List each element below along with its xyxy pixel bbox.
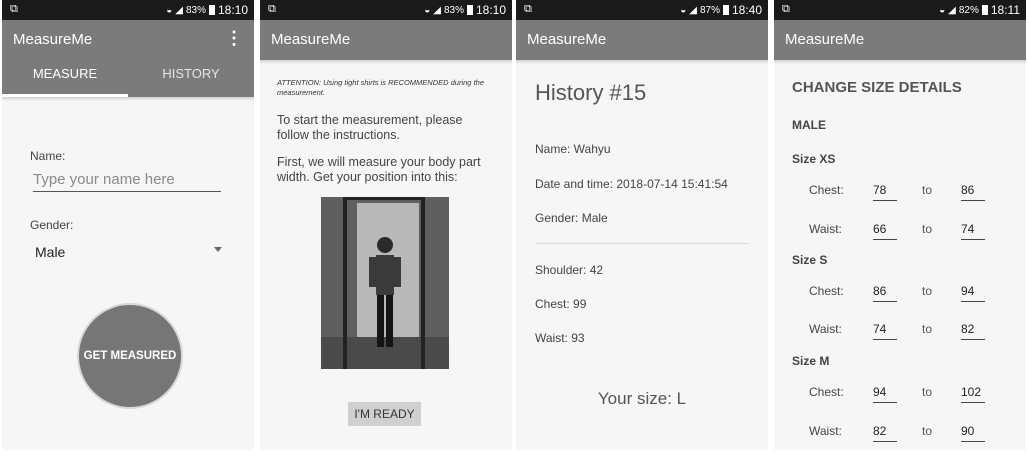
chest-min-input[interactable]: 86 xyxy=(873,284,897,302)
im-ready-button[interactable]: I'M READY xyxy=(348,402,421,426)
instruction-text-2: First, we will measure your body part wi… xyxy=(277,155,481,184)
clock: 18:11 xyxy=(990,3,1020,17)
waist-max-input[interactable]: 82 xyxy=(961,322,985,340)
chest-max-input[interactable]: 86 xyxy=(961,183,985,201)
page-title: CHANGE SIZE DETAILS xyxy=(792,79,962,96)
to-label: to xyxy=(922,385,933,399)
name-label: Name: xyxy=(30,149,66,163)
chest-min-input[interactable]: 78 xyxy=(873,183,897,201)
battery-icon xyxy=(466,5,473,15)
status-bar: ⧉ ◒ ◢ 87% 18:40 xyxy=(516,0,768,20)
battery-icon xyxy=(208,5,215,15)
pose-reference-image xyxy=(321,197,449,369)
to-label: to xyxy=(922,284,933,298)
battery-percent: 87% xyxy=(699,4,720,16)
waist-min-input[interactable]: 66 xyxy=(873,222,897,240)
chest-min-input[interactable]: 94 xyxy=(873,385,897,403)
signal-icon: ◢ xyxy=(433,4,441,16)
history-screen: ⧉ ◒ ◢ 87% 18:40 MeasureMe History #15 Na… xyxy=(516,0,768,450)
measure-screen: ⧉ ◒ ◢ 83% 18:10 MeasureMe ⋮ MEASURE HIST… xyxy=(2,0,254,450)
signal-icon: ◢ xyxy=(689,4,697,16)
chest-max-input[interactable]: 94 xyxy=(961,284,985,302)
app-bar: MeasureMe ⋮ xyxy=(2,20,254,60)
chest-label: Chest: xyxy=(809,284,844,298)
battery-icon xyxy=(722,5,729,15)
history-shoulder: Shoulder: 42 xyxy=(535,263,604,277)
divider xyxy=(535,243,749,244)
signal-icon: ◢ xyxy=(175,4,183,16)
clock: 18:10 xyxy=(217,3,248,17)
dropdown-arrow-icon[interactable] xyxy=(214,247,222,252)
size-heading-xs: Size XS xyxy=(792,152,836,166)
app-title: MeasureMe xyxy=(785,31,865,48)
wifi-icon: ◒ xyxy=(166,4,173,16)
notification-icon: ⧉ xyxy=(782,3,790,15)
waist-label: Waist: xyxy=(809,322,842,336)
attention-note: ATTENTION: Using tight shirts is RECOMME… xyxy=(277,78,484,97)
tab-bar: MEASURE HISTORY xyxy=(2,60,254,97)
wifi-icon: ◒ xyxy=(939,4,946,16)
size-heading-s: Size S xyxy=(792,253,828,267)
waist-max-input[interactable]: 74 xyxy=(961,222,985,240)
app-title: MeasureMe xyxy=(527,31,607,48)
status-bar: ⧉ ◒ ◢ 83% 18:10 xyxy=(2,0,254,20)
clock: 18:40 xyxy=(731,3,762,17)
instruction-text: To start the measurement, please follow … xyxy=(277,113,463,142)
history-waist: Waist: 93 xyxy=(535,331,585,345)
app-title: MeasureMe xyxy=(271,31,351,48)
name-input[interactable]: Type your name here xyxy=(33,171,221,192)
gender-heading: MALE xyxy=(792,118,826,132)
waist-max-input[interactable]: 90 xyxy=(961,424,985,442)
app-title: MeasureMe xyxy=(13,31,93,48)
battery-percent: 83% xyxy=(185,4,206,16)
history-title: History #15 xyxy=(535,80,647,105)
to-label: to xyxy=(922,322,933,336)
size-heading-m: Size M xyxy=(792,354,830,368)
notification-icon: ⧉ xyxy=(524,3,532,15)
chest-max-input[interactable]: 102 xyxy=(961,385,985,403)
to-label: to xyxy=(922,222,933,236)
battery-percent: 83% xyxy=(443,4,464,16)
tab-indicator xyxy=(2,94,128,97)
to-label: to xyxy=(922,183,933,197)
notification-icon: ⧉ xyxy=(268,3,276,15)
instruction-screen: ⧉ ◒ ◢ 83% 18:10 MeasureMe ATTENTION: Usi… xyxy=(260,0,512,450)
battery-percent: 82% xyxy=(958,4,979,16)
wifi-icon: ◒ xyxy=(424,4,431,16)
your-size: Your size: L xyxy=(597,389,687,408)
app-bar: MeasureMe xyxy=(260,20,512,60)
app-bar: MeasureMe xyxy=(774,20,1026,60)
status-bar: ⧉ ◒ ◢ 83% 18:10 xyxy=(260,0,512,20)
signal-icon: ◢ xyxy=(948,4,956,16)
tab-history[interactable]: HISTORY xyxy=(128,60,254,97)
gender-select[interactable]: Male xyxy=(35,244,65,260)
history-gender: Gender: Male xyxy=(535,211,608,225)
clock: 18:10 xyxy=(475,3,506,17)
to-label: to xyxy=(922,424,933,438)
get-measured-button[interactable]: GET MEASURED xyxy=(77,303,183,409)
overflow-menu-icon[interactable]: ⋮ xyxy=(225,28,243,49)
wifi-icon: ◒ xyxy=(680,4,687,16)
gender-label: Gender: xyxy=(30,218,74,232)
tab-measure[interactable]: MEASURE xyxy=(2,60,128,97)
history-datetime: Date and time: 2018-07-14 15:41:54 xyxy=(535,177,728,191)
chest-label: Chest: xyxy=(809,183,844,197)
waist-label: Waist: xyxy=(809,424,842,438)
notification-icon: ⧉ xyxy=(10,3,18,15)
waist-min-input[interactable]: 74 xyxy=(873,322,897,340)
size-details-screen: ⧉ ◒ ◢ 82% 18:11 MeasureMe CHANGE SIZE DE… xyxy=(774,0,1026,450)
waist-min-input[interactable]: 82 xyxy=(873,424,897,442)
battery-icon xyxy=(981,5,988,15)
history-name: Name: Wahyu xyxy=(535,142,611,156)
status-bar: ⧉ ◒ ◢ 82% 18:11 xyxy=(774,0,1026,20)
waist-label: Waist: xyxy=(809,222,842,236)
history-chest: Chest: 99 xyxy=(535,297,587,311)
chest-label: Chest: xyxy=(809,385,844,399)
app-bar: MeasureMe xyxy=(516,20,768,60)
